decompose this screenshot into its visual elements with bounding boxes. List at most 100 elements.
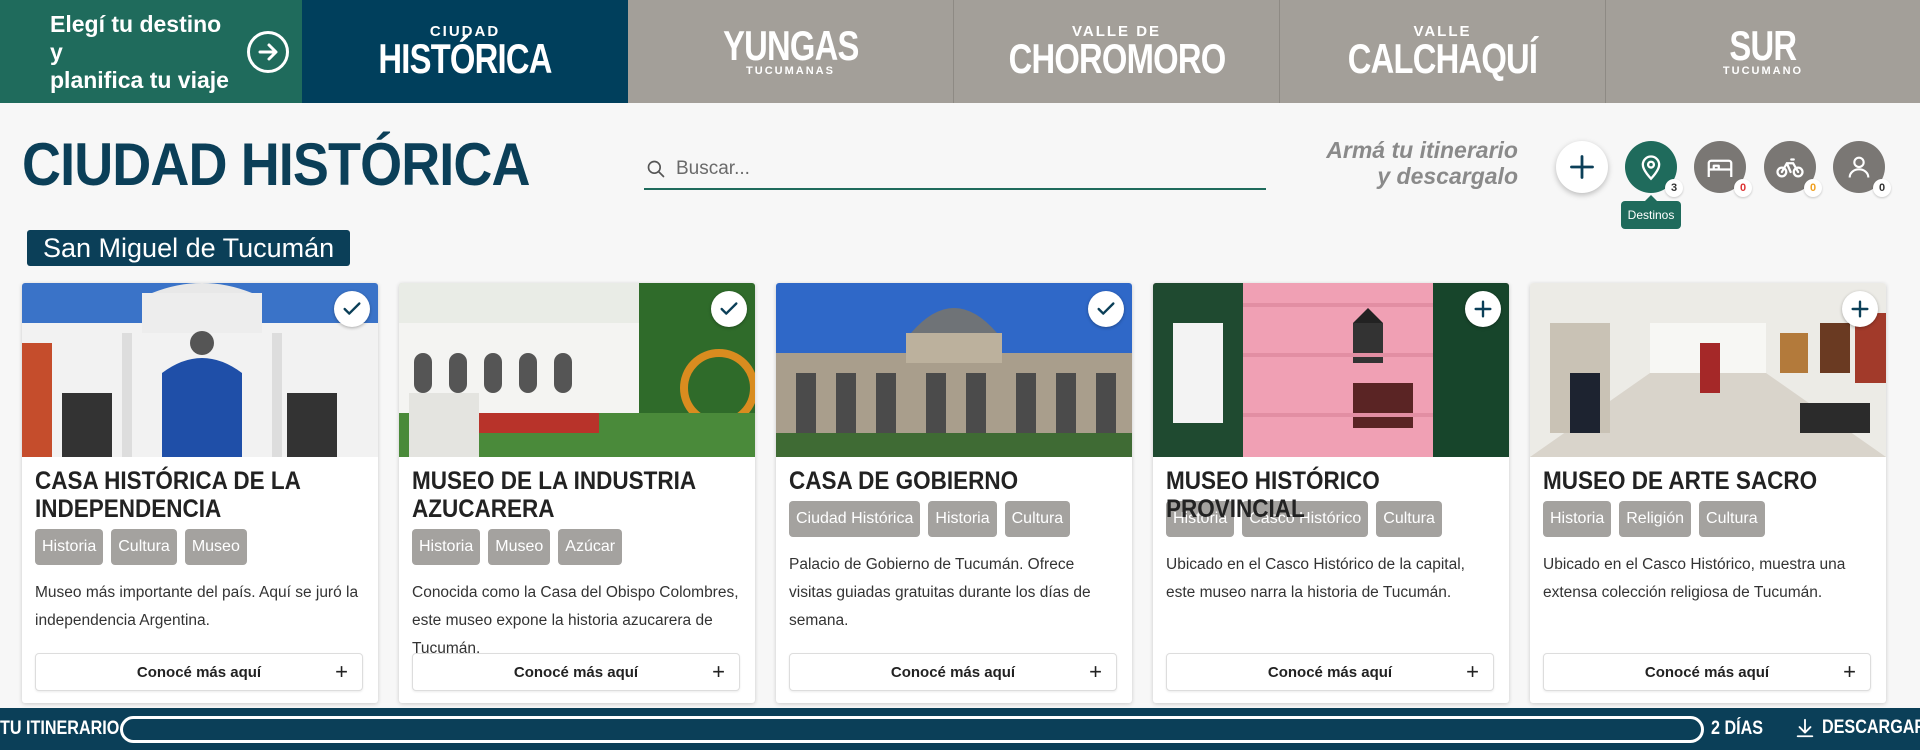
tag[interactable]: Cultura [1376,501,1442,537]
learn-more-button[interactable]: Conocé más aquí + [35,653,363,691]
attraction-image[interactable] [1153,283,1509,457]
bed-icon [1707,159,1733,177]
itinerary-prompt-line-2: y descargalo [1377,163,1518,189]
plus-icon [1570,155,1594,179]
tag[interactable]: Museo [488,529,551,565]
region-logo-big: CALCHAQUÍ [1347,35,1538,82]
region-nav: Elegí tu destino y planifica tu viaje CI… [0,0,1920,103]
attraction-description: Ubicado en el Casco Histórico de la capi… [1166,556,1465,601]
tag[interactable]: Cultura [1004,501,1071,537]
attraction-description: Palacio de Gobierno de Tucumán. Ofrece v… [789,556,1091,629]
region-logo: YUNGAS TUCUMANAS [704,22,878,77]
check-icon [1097,302,1115,315]
city-badge: San Miguel de Tucumán [27,230,351,266]
attraction-title: CASA DE GOBIERNO [789,467,1019,495]
learn-more-label: Conocé más aquí [136,663,262,681]
attraction-description: Museo más importante del país. Aquí se j… [35,584,359,629]
user-button[interactable]: 0 [1833,141,1891,197]
region-logo: VALLE CALCHAQUÍ [1321,24,1564,82]
attraction-title: MUSEO DE LA INDUSTRIA AZUCARERA [412,467,696,523]
attraction-title: MUSEO HISTÓRICO PROVINCIAL [1166,467,1380,523]
attraction-image[interactable] [399,283,755,457]
plus-icon [1474,300,1492,318]
plus-icon [1851,300,1869,318]
attraction-image[interactable] [1530,283,1886,457]
check-icon [343,302,361,315]
tag[interactable]: Cultura [111,529,177,565]
region-logo: CIUDAD HISTÓRICA [354,24,576,82]
check-icon [720,302,738,315]
tag[interactable]: Historia [35,529,104,565]
added-check-button[interactable] [1088,291,1124,327]
region-logo-big: HISTÓRICA [378,35,552,82]
region-tab-choromoro[interactable]: VALLE DE CHOROMORO [954,0,1280,103]
learn-more-label: Conocé más aquí [1644,663,1770,681]
attraction-card: CASA DE GOBIERNO Ciudad Histórica Histor… [776,283,1132,703]
region-logo-big: YUNGAS [722,22,859,69]
search-input[interactable] [676,158,1256,180]
plus-icon: + [335,659,348,684]
region-tab-calchaqui[interactable]: VALLE CALCHAQUÍ [1280,0,1606,103]
destinations-button[interactable]: 3 [1625,141,1683,197]
region-tab-yungas[interactable]: YUNGAS TUCUMANAS [628,0,954,103]
search-icon [646,159,670,179]
attraction-title: MUSEO DE ARTE SACRO [1543,467,1818,495]
tag[interactable]: Religión [1619,501,1692,537]
bicycle-icon [1776,158,1804,178]
itinerary-prompt-line-1: Armá tu itinerario [1326,137,1518,163]
user-count: 0 [1873,179,1891,197]
added-check-button[interactable] [334,291,370,327]
itinerary-days: 2 DÍAS [1711,718,1764,739]
tag[interactable]: Museo [184,529,247,565]
itinerary-track[interactable] [120,716,1704,743]
plus-icon: + [1466,659,1479,684]
region-tab-ciudad-historica[interactable]: CIUDAD HISTÓRICA [302,0,628,103]
tag[interactable]: Historia [928,501,997,537]
itinerary-label: TU ITINERARIO [0,718,120,739]
attraction-image[interactable] [22,283,378,457]
activities-button[interactable]: 0 [1764,141,1822,197]
plus-icon: + [1843,659,1856,684]
tag[interactable]: Ciudad Histórica [789,501,921,537]
learn-more-button[interactable]: Conocé más aquí + [1543,653,1871,691]
itinerary-bar: TU ITINERARIO 2 DÍAS DESCARGAR [0,708,1920,750]
tag[interactable]: Azúcar [558,529,623,565]
destinations-count: 3 [1665,179,1683,197]
cta-line-1: Elegí tu destino y [50,10,222,65]
tag[interactable]: Historia [1543,501,1612,537]
tag[interactable]: Historia [412,529,481,565]
attraction-card: CASA HISTÓRICA DE LA INDEPENDENCIA Histo… [22,283,378,703]
itinerary-prompt: Armá tu itinerario y descargalo [1300,137,1518,189]
arrow-right-icon [247,30,289,73]
add-to-itinerary-button[interactable] [1465,291,1501,327]
tag-list: Ciudad Histórica Historia Cultura [789,501,1119,537]
learn-more-label: Conocé más aquí [1267,663,1393,681]
region-tab-sur[interactable]: SUR TUCUMANO [1606,0,1920,103]
tag-list: Historia Religión Cultura [1543,501,1873,537]
choose-destination-cta[interactable]: Elegí tu destino y planifica tu viaje [0,0,302,103]
tag-list: Historia Museo Azúcar [412,529,742,565]
user-icon [1848,156,1870,178]
page-title: CIUDAD HISTÓRICA [22,131,530,198]
lodging-button[interactable]: 0 [1694,141,1752,197]
tag-list: Historia Cultura Museo [35,529,365,565]
search-bar [644,150,1266,190]
attraction-image[interactable] [776,283,1132,457]
added-check-button[interactable] [711,291,747,327]
cta-text: Elegí tu destino y planifica tu viaje [50,10,235,94]
region-logo: VALLE DE CHOROMORO [978,24,1256,80]
attraction-description: Conocida como la Casa del Obispo Colombr… [412,584,739,657]
attraction-card: MUSEO DE LA INDUSTRIA AZUCARERA Historia… [399,283,755,703]
plus-icon: + [712,659,725,684]
attraction-description: Ubicado en el Casco Histórico, muestra u… [1543,556,1846,601]
add-to-itinerary-button[interactable] [1842,291,1878,327]
learn-more-button[interactable]: Conocé más aquí + [1166,653,1494,691]
map-pin-icon [1641,155,1661,181]
add-button[interactable] [1556,141,1608,193]
download-label: DESCARGAR [1822,717,1920,738]
learn-more-button[interactable]: Conocé más aquí + [412,653,740,691]
tag[interactable]: Cultura [1699,501,1765,537]
learn-more-button[interactable]: Conocé más aquí + [789,653,1117,691]
download-icon [1796,718,1814,738]
download-button[interactable]: DESCARGAR [1794,717,1920,739]
